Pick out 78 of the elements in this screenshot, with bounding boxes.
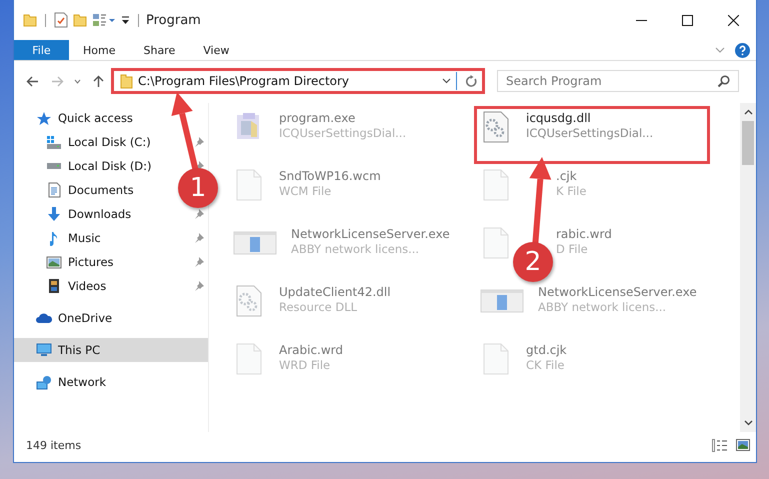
file-description: CK File <box>526 358 566 372</box>
drive-icon <box>46 162 62 170</box>
drive-icon <box>46 134 62 150</box>
step-number: 1 <box>178 168 218 208</box>
file-description: D File <box>556 242 589 256</box>
nav-item[interactable]: Videos <box>14 274 110 298</box>
file-description: ABBY network licens... <box>291 242 420 256</box>
file-name[interactable]: NetworkLicenseServer.exe <box>291 227 450 241</box>
pin-icon[interactable] <box>194 209 204 219</box>
folder-icon <box>120 74 133 88</box>
large-icons-view-icon[interactable] <box>736 439 750 451</box>
file-description: K File <box>556 184 586 198</box>
pin-icon[interactable] <box>194 257 204 267</box>
network-icon <box>36 374 52 390</box>
film-icon <box>48 278 60 294</box>
file-description: Resource DLL <box>279 300 358 314</box>
search-field[interactable]: Search Program <box>497 70 739 92</box>
file-name[interactable]: SndToWP16.wcm <box>279 169 381 183</box>
nav-item[interactable]: Downloads <box>14 202 136 226</box>
properties-icon[interactable] <box>54 12 68 28</box>
file-name[interactable]: rabic.wrd <box>556 227 612 241</box>
address-bar[interactable]: C:\Program Files\Program Directory <box>111 68 485 94</box>
pin-icon[interactable] <box>194 281 204 291</box>
recent-locations-caret-icon[interactable] <box>74 78 81 84</box>
nav-item[interactable]: Pictures <box>14 250 118 274</box>
document-icon <box>48 182 60 198</box>
forward-arrow-icon[interactable] <box>51 76 64 86</box>
refresh-icon[interactable] <box>465 74 478 88</box>
file-name[interactable]: gtd.cjk <box>526 343 567 357</box>
cloud-icon <box>36 312 52 324</box>
file-name[interactable]: Arabic.wrd <box>279 343 344 357</box>
customize-caret-icon[interactable] <box>121 15 130 25</box>
nav-item[interactable]: Documents <box>14 178 138 202</box>
scroll-up-icon[interactable] <box>744 109 752 115</box>
scroll-down-icon[interactable] <box>744 420 752 426</box>
file-description: WCM File <box>279 184 332 198</box>
view-options-icon[interactable] <box>92 13 116 27</box>
close-icon <box>728 14 738 26</box>
step-number: 2 <box>513 242 553 282</box>
file-name[interactable]: program.exe <box>279 111 406 125</box>
up-arrow-icon[interactable] <box>93 74 104 88</box>
nav-item[interactable]: Network <box>14 370 110 394</box>
file-description: ICQUserSettingsDial... <box>526 126 654 140</box>
nav-item[interactable]: Local Disk (D:) <box>14 154 156 178</box>
down-arrow-icon <box>47 206 61 222</box>
expand-ribbon-icon[interactable] <box>715 47 725 53</box>
details-view-icon[interactable] <box>712 438 728 452</box>
nav-item[interactable]: Music <box>14 226 105 250</box>
file-name[interactable]: .cjk <box>556 169 586 183</box>
file-description: ICQUserSettingsDial... <box>279 126 406 140</box>
search-icon <box>717 75 730 88</box>
help-icon[interactable] <box>735 42 750 58</box>
file-name[interactable]: UpdateClient42.dll <box>279 285 391 299</box>
folder-icon[interactable] <box>23 13 37 27</box>
music-note-icon <box>50 230 58 246</box>
address-path: C:\Program Files\Program Directory <box>138 74 350 88</box>
maximize-icon <box>682 14 692 26</box>
monitor-icon <box>36 343 52 357</box>
file-name[interactable]: NetworkLicenseServer.exe <box>538 285 697 299</box>
file-description: ABBY network licens... <box>538 300 668 314</box>
file-name[interactable]: icqusdg.dll <box>526 111 654 125</box>
pin-icon[interactable] <box>194 137 204 147</box>
nav-item[interactable]: This PC <box>14 338 208 362</box>
nav-item[interactable]: Local Disk (C:) <box>14 130 155 154</box>
new-folder-icon[interactable] <box>73 13 87 27</box>
file-description: WRD File <box>279 358 332 372</box>
picture-icon <box>46 256 62 268</box>
scrollbar[interactable] <box>740 103 756 432</box>
nav-item[interactable]: OneDrive <box>14 306 116 330</box>
star-icon <box>36 110 52 126</box>
address-caret-icon[interactable] <box>442 78 451 84</box>
scroll-thumb[interactable] <box>742 121 754 165</box>
file-menu-button[interactable]: File <box>14 40 69 60</box>
item-count: 149 items <box>26 438 82 452</box>
nav-item[interactable]: Quick access <box>14 106 137 130</box>
pin-icon[interactable] <box>194 233 204 243</box>
window-title: Program <box>146 12 202 28</box>
back-arrow-icon[interactable] <box>26 76 39 86</box>
